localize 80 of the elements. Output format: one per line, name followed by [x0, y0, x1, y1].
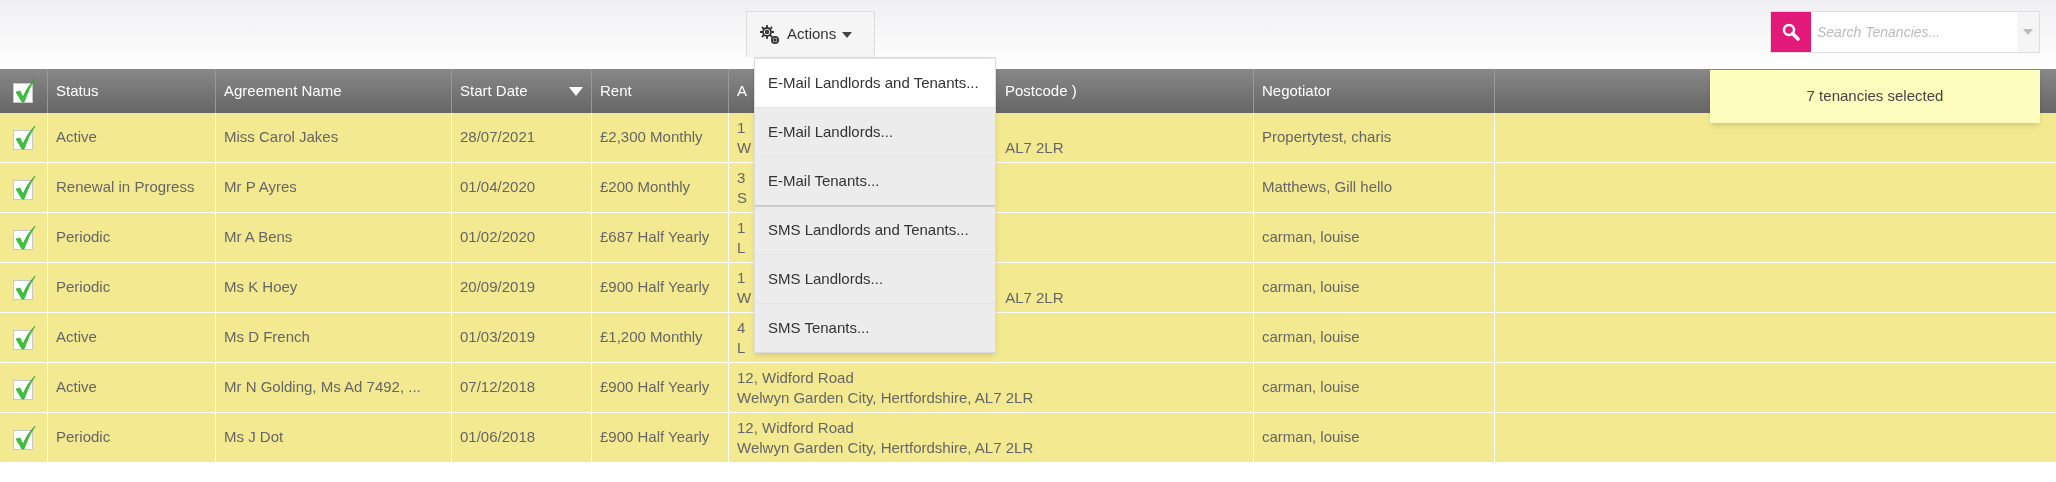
agreement-name: Mr A Bens — [224, 227, 293, 248]
agreement-name: Ms K Hoey — [224, 277, 298, 298]
menu-item[interactable]: E-Mail Landlords... — [755, 107, 995, 156]
checked-checkbox[interactable] — [11, 324, 36, 351]
negotiator-text: Propertytest, charis — [1262, 127, 1392, 148]
address-line: Welwyn Garden City, Hertfordshire, AL7 2LR — [737, 387, 1034, 408]
agreement-name: Ms D French — [224, 327, 310, 348]
address-line: 1 — [737, 267, 746, 288]
column-header[interactable]: Negotiator — [1262, 79, 1332, 103]
negotiator-text: carman, louise — [1262, 227, 1360, 248]
rent-text: £900 Half Yearly — [600, 277, 710, 298]
start-date: 07/12/2018 — [460, 377, 536, 398]
checked-checkbox[interactable] — [11, 124, 36, 151]
negotiator-text: Matthews, Gill hello — [1262, 177, 1393, 198]
address-line: L — [737, 337, 746, 358]
sort-arrow-icon[interactable] — [569, 86, 583, 96]
column-header[interactable]: Status — [56, 79, 99, 103]
rent-text: £900 Half Yearly — [600, 377, 710, 398]
start-date: 28/07/2021 — [460, 127, 536, 148]
status-text: Periodic — [56, 277, 111, 298]
start-date: 01/02/2020 — [460, 227, 536, 248]
menu-item[interactable]: SMS Landlords and Tenants... — [755, 205, 995, 254]
column-header[interactable]: Postcode ) — [1005, 79, 1077, 103]
checked-checkbox[interactable] — [11, 174, 36, 201]
rent-text: £687 Half Yearly — [600, 227, 710, 248]
start-date: 01/06/2018 — [460, 427, 536, 448]
negotiator-text: carman, louise — [1262, 277, 1360, 298]
agreement-name: Mr P Ayres — [224, 177, 297, 198]
menu-item[interactable]: SMS Tenants... — [755, 303, 995, 352]
address-line: 12, Widford Road — [737, 417, 854, 438]
agreement-name: Miss Carol Jakes — [224, 127, 339, 148]
column-header[interactable]: Agreement Name — [224, 79, 342, 103]
status-text: Periodic — [56, 227, 111, 248]
checked-checkbox[interactable] — [11, 224, 36, 251]
agreement-name: Ms J Dot — [224, 427, 284, 448]
address-line: S — [737, 187, 747, 208]
search-box[interactable]: Search Tenancies... — [1770, 11, 2040, 53]
address-line: W — [737, 137, 752, 158]
menu-item[interactable]: E-Mail Landlords and Tenants... — [755, 58, 995, 107]
address-line: W — [737, 287, 752, 308]
column-header[interactable]: Start Date — [460, 79, 528, 103]
agreement-name: Mr N Golding, Ms Ad 7492, ... — [224, 377, 421, 398]
gears-icon — [759, 23, 781, 46]
status-text: Renewal in Progress — [56, 177, 195, 198]
address-line: AL7 2LR — [1005, 287, 1064, 308]
actions-button[interactable]: Actions — [746, 11, 875, 57]
status-text: Active — [56, 127, 97, 148]
checked-checkbox[interactable] — [11, 274, 36, 301]
column-header[interactable]: A — [737, 79, 747, 103]
address-line: Welwyn Garden City, Hertfordshire, AL7 2LR — [737, 437, 1034, 458]
address-line: 1 — [737, 217, 746, 238]
caret-icon — [842, 31, 853, 38]
status-text: Periodic — [56, 427, 111, 448]
checked-checkbox[interactable] — [11, 374, 36, 401]
rent-text: £1,200 Monthly — [600, 327, 703, 348]
menu-item[interactable]: E-Mail Tenants... — [755, 156, 995, 205]
address-line: L — [737, 237, 746, 258]
checked-checkbox[interactable] — [11, 424, 36, 451]
column-header[interactable]: Rent — [600, 79, 632, 103]
address-line: 4 — [737, 317, 746, 338]
address-line: AL7 2LR — [1005, 137, 1064, 158]
negotiator-text: carman, louise — [1262, 327, 1360, 348]
start-date: 01/03/2019 — [460, 327, 536, 348]
negotiator-text: carman, louise — [1262, 427, 1360, 448]
address-line: 3 — [737, 167, 746, 188]
search-icon — [1771, 12, 1811, 52]
negotiator-text: carman, louise — [1262, 377, 1360, 398]
address-line: 1 — [737, 117, 746, 138]
menu-item[interactable]: SMS Landlords... — [755, 254, 995, 303]
address-line: 12, Widford Road — [737, 367, 854, 388]
search-field[interactable]: Search Tenancies... — [1811, 12, 2017, 52]
rent-text: £900 Half Yearly — [600, 427, 710, 448]
start-date: 20/09/2019 — [460, 277, 536, 298]
selection-notice: 7 tenancies selected — [1710, 70, 2040, 123]
status-text: Active — [56, 377, 97, 398]
checked-checkbox[interactable] — [11, 78, 36, 104]
status-text: Active — [56, 327, 97, 348]
rent-text: £200 Monthly — [600, 177, 691, 198]
start-date: 01/04/2020 — [460, 177, 536, 198]
rent-text: £2,300 Monthly — [600, 127, 703, 148]
